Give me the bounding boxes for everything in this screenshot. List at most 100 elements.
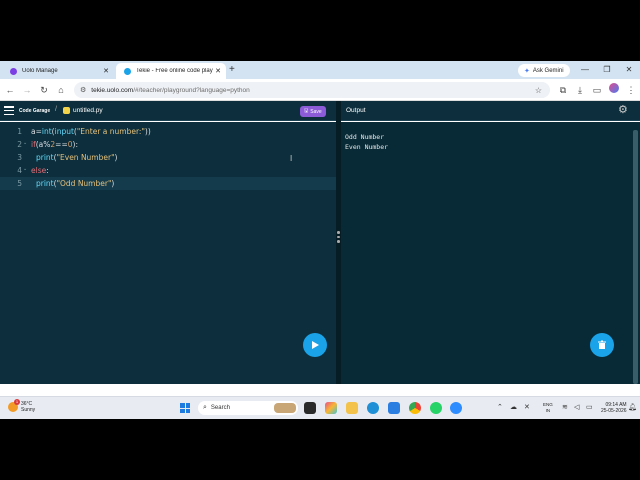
code-token: input <box>54 127 74 136</box>
downloads-icon[interactable]: ⤓ <box>574 84 586 96</box>
clock-date: 25-05-2026 <box>601 408 627 414</box>
windows-start-icon[interactable] <box>180 403 190 413</box>
restore-icon[interactable]: ❐ <box>600 64 614 76</box>
code-line[interactable]: 5 print("Odd Number") <box>0 177 336 190</box>
code-token: )) <box>144 127 151 136</box>
profile-avatar[interactable] <box>608 83 620 96</box>
file-name[interactable]: untitled.py <box>73 107 103 114</box>
line-number: 5 <box>17 179 22 188</box>
ask-gemini-label: Ask Gemini <box>532 67 564 74</box>
window-close-icon[interactable]: ✕ <box>622 64 636 76</box>
wifi-icon[interactable]: ≋ <box>562 404 568 412</box>
code-line[interactable]: 1 a=int(input("Enter a number:")) <box>0 125 336 138</box>
line-number: 3 <box>17 153 22 162</box>
volume-icon[interactable]: ◁ <box>574 404 579 412</box>
code-editor[interactable]: 1 a=int(input("Enter a number:")) 2 ⌄ if(a%2… <box>0 122 336 384</box>
clear-output-button[interactable] <box>590 333 614 357</box>
text-cursor-icon: I <box>290 154 293 163</box>
close-icon[interactable]: ✕ <box>101 67 111 75</box>
lang-region: IN <box>545 408 551 413</box>
code-token: : <box>46 166 49 175</box>
bookmark-star-icon[interactable]: ☆ <box>535 86 542 95</box>
save-icon: 🖫 <box>304 107 309 114</box>
breadcrumb-separator: / <box>55 106 57 113</box>
code-line[interactable]: 3 print("Even Number") <box>0 151 336 164</box>
line-number: 2 <box>17 140 22 149</box>
ask-gemini-button[interactable]: ✦ Ask Gemini <box>518 64 570 77</box>
code-line[interactable]: 2 ⌄ if(a%2==0): <box>0 138 336 151</box>
code-token: ) <box>114 153 118 162</box>
url-path: /#/teacher/playground?language=python <box>133 86 250 94</box>
save-button[interactable]: 🖫 Save <box>300 106 326 117</box>
microsoft-store-icon[interactable] <box>388 402 400 414</box>
taskbar-search[interactable]: ⌕ Search <box>198 401 298 415</box>
file-explorer-icon[interactable] <box>346 402 358 414</box>
code-text: else: <box>31 166 49 175</box>
output-panel-title: Output <box>346 107 366 114</box>
browser-menu-icon[interactable]: ⋮ <box>625 84 637 96</box>
address-bar[interactable]: ⚙ tekie.uolo.com/#/teacher/playground?la… <box>74 82 550 98</box>
browser-toolbar: ← → ↻ ⌂ ⚙ tekie.uolo.com/#/teacher/playg… <box>0 79 640 101</box>
battery-icon[interactable]: ▭ <box>586 404 593 412</box>
notifications-bell-icon[interactable]: 🔔︎ <box>628 404 637 412</box>
url-host: tekie.uolo.com <box>91 86 134 94</box>
language-indicator[interactable]: ENG IN <box>543 402 553 414</box>
fold-chevron-icon[interactable]: ⌄ <box>23 140 27 146</box>
code-token: "Enter a number:" <box>76 127 145 136</box>
run-button[interactable] <box>303 333 327 357</box>
output-line: Even Number <box>345 143 389 151</box>
system-clock[interactable]: 09:14 AM 25-05-2026 <box>601 402 627 414</box>
edge-browser-icon[interactable] <box>367 402 379 414</box>
code-text: print("Odd Number") <box>36 179 114 188</box>
code-text: a=int(input("Enter a number:")) <box>31 127 151 136</box>
line-number: 4 <box>17 166 22 175</box>
sidebar-icon[interactable]: ▭ <box>591 84 603 96</box>
code-token: print <box>36 153 54 162</box>
tab-tekie[interactable]: Tekie - Free online code playgr ✕ <box>116 63 226 79</box>
trash-icon <box>598 340 606 349</box>
code-line[interactable]: 4 ⌄ else: <box>0 164 336 177</box>
back-arrow-icon[interactable]: ← <box>4 84 16 96</box>
zoom-icon[interactable] <box>450 402 462 414</box>
page-bottom-strip <box>0 384 640 396</box>
save-label: Save <box>310 108 322 115</box>
weather-desc: Sunny <box>21 407 36 413</box>
copilot-icon[interactable] <box>325 402 337 414</box>
output-line: Odd Number <box>345 133 385 141</box>
code-token: "Odd Number" <box>56 179 112 188</box>
code-token: print <box>36 179 54 188</box>
code-token: (a% <box>35 140 51 149</box>
output-text: Odd Number Even Number <box>345 132 388 152</box>
line-number: 1 <box>17 127 22 136</box>
sun-icon: 1 <box>8 399 20 412</box>
forward-arrow-icon[interactable]: → <box>21 84 33 96</box>
speaker-muted-icon[interactable]: ✕ <box>524 404 530 412</box>
output-scrollbar[interactable] <box>633 130 638 384</box>
tab-uolo-manage[interactable]: Uolo Manage ✕ <box>2 63 114 79</box>
extensions-icon[interactable]: ⧉ <box>557 84 569 96</box>
app-header: Code Garage / untitled.py 🖫 Save Output … <box>0 101 640 121</box>
play-icon <box>312 341 319 349</box>
fold-chevron-icon[interactable]: ⌄ <box>23 166 27 172</box>
brand-title: Code Garage <box>19 108 51 114</box>
reload-icon[interactable]: ↻ <box>38 84 50 96</box>
task-view-icon[interactable] <box>304 402 316 414</box>
onedrive-icon[interactable]: ☁ <box>510 404 517 412</box>
code-text: if(a%2==0): <box>31 140 78 149</box>
hamburger-menu-icon[interactable] <box>4 106 14 115</box>
home-icon[interactable]: ⌂ <box>55 84 67 96</box>
close-icon[interactable]: ✕ <box>213 67 223 75</box>
minimize-icon[interactable]: — <box>578 64 592 76</box>
search-placeholder: Search <box>210 405 230 411</box>
code-token: a= <box>31 127 42 136</box>
chrome-icon[interactable] <box>409 402 421 414</box>
new-tab-button[interactable]: + <box>229 64 235 76</box>
site-info-icon[interactable]: ⚙ <box>80 86 86 94</box>
whatsapp-icon[interactable] <box>430 402 442 414</box>
gear-icon[interactable]: ⚙ <box>618 104 628 116</box>
chevron-up-icon[interactable]: ⌃ <box>497 404 503 412</box>
code-text: print("Even Number") <box>36 153 117 162</box>
tab-title: Uolo Manage <box>22 68 58 74</box>
search-highlight-image <box>274 403 296 413</box>
weather-widget[interactable]: 1 36°C Sunny <box>8 399 36 413</box>
